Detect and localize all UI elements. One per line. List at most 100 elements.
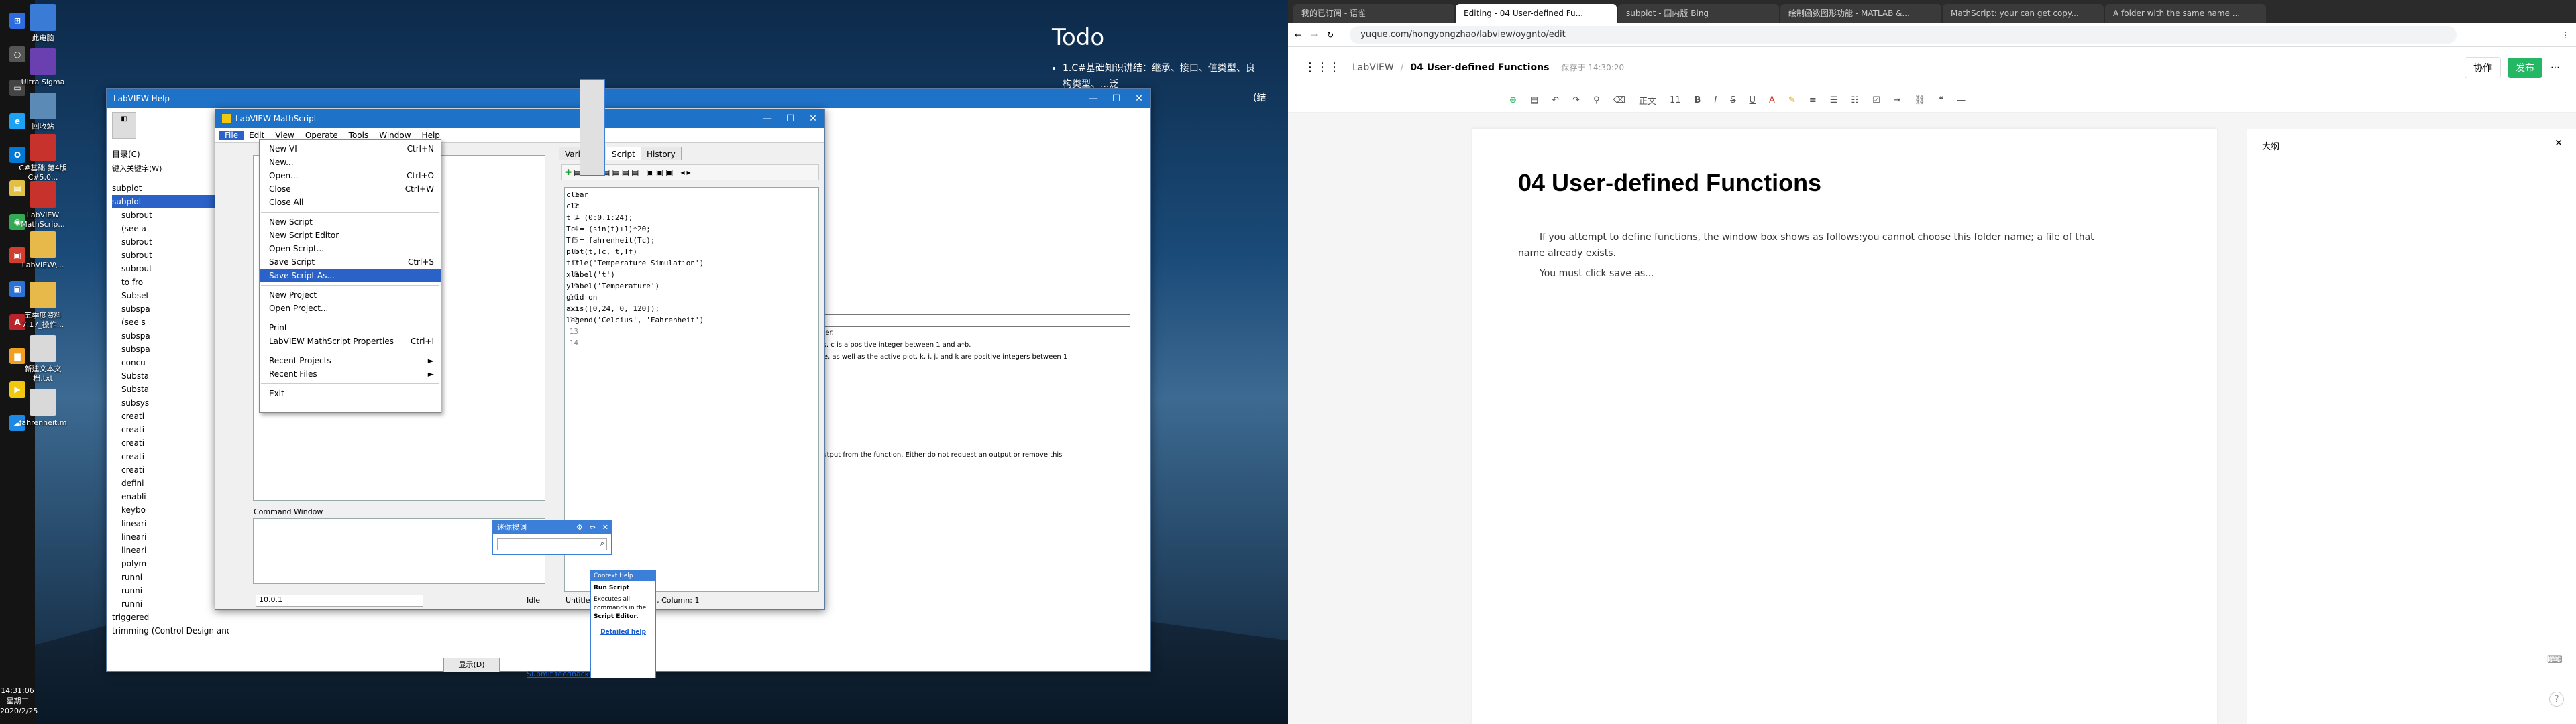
- collab-button[interactable]: 协作: [2465, 56, 2501, 78]
- indent-icon[interactable]: ⇥: [1894, 95, 1901, 105]
- format-brush-icon[interactable]: ⚲: [1593, 95, 1600, 105]
- document-paragraph[interactable]: You must click save as...: [1518, 265, 2095, 282]
- maximize-icon[interactable]: ☐: [779, 109, 802, 128]
- close-icon[interactable]: ✕: [2555, 138, 2563, 149]
- menu-item[interactable]: Save Script Ctrl+S: [260, 255, 441, 269]
- help-index-item[interactable]: lineari: [112, 517, 229, 530]
- url-input[interactable]: yuque.com/hongyongzhao/labview/oygnto/ed…: [1350, 25, 2457, 44]
- back-icon[interactable]: ◂: [681, 168, 685, 177]
- help-index-item[interactable]: creati: [112, 436, 229, 450]
- help-index-item[interactable]: subsys: [112, 396, 229, 410]
- mini-search-input[interactable]: ⌕: [497, 538, 607, 550]
- help-titlebar[interactable]: LabVIEW Help — ☐ ✕: [107, 89, 1150, 108]
- desktop-icon[interactable]: fahrenheit.m: [19, 389, 67, 428]
- browser-tab[interactable]: subplot - 国内版 Bing: [1618, 4, 1779, 23]
- save-icon[interactable]: ▤: [1530, 95, 1538, 105]
- help-index-item[interactable]: keybo: [112, 503, 229, 517]
- menu-item[interactable]: Print: [260, 321, 441, 335]
- italic-icon[interactable]: I: [1714, 95, 1717, 105]
- desktop-icon[interactable]: 此电脑: [19, 4, 67, 43]
- undo-icon[interactable]: ↶: [1552, 95, 1559, 105]
- menu-help[interactable]: Help: [417, 131, 445, 140]
- browser-tab[interactable]: 绘制函数图形功能 - MATLAB &...: [1780, 4, 1941, 23]
- help-index-item[interactable]: subplot: [112, 182, 229, 195]
- quote-icon[interactable]: ❝: [1939, 95, 1943, 105]
- menu-item[interactable]: Recent Projects ►: [260, 354, 441, 367]
- task-list-icon[interactable]: ☑: [1872, 95, 1880, 105]
- link-icon[interactable]: ⛓: [1915, 95, 1926, 105]
- minimize-icon[interactable]: —: [756, 109, 779, 128]
- menu-item[interactable]: New VI Ctrl+N: [260, 142, 441, 156]
- paste-icon[interactable]: ▤: [631, 168, 639, 177]
- back-icon[interactable]: ←: [1295, 30, 1301, 40]
- forward-icon[interactable]: ▸: [687, 168, 691, 177]
- help-index-item[interactable]: creati: [112, 450, 229, 463]
- menu-item[interactable]: New Project: [260, 288, 441, 302]
- menu-icon[interactable]: ⋮: [2561, 30, 2569, 40]
- help-icon[interactable]: ?: [2549, 692, 2564, 707]
- help-index-item[interactable]: subspa: [112, 329, 229, 343]
- desktop-icon[interactable]: Ultra Sigma: [19, 48, 67, 87]
- desktop-icon[interactable]: LabVIEW\...: [19, 231, 67, 270]
- help-index-item[interactable]: subspa: [112, 302, 229, 316]
- help-index-item[interactable]: enabli: [112, 490, 229, 503]
- menu-operate[interactable]: Operate: [300, 131, 343, 140]
- menu-window[interactable]: Window: [374, 131, 416, 140]
- desktop-icon[interactable]: C#基础 第4版 C#5.0...: [19, 134, 67, 182]
- context-help-title[interactable]: Context Help: [591, 570, 655, 581]
- tools-palette[interactable]: [580, 79, 605, 176]
- script-code[interactable]: clear clc t = (0:0.1:24); Tc = (sin(t)+1)*2…: [566, 189, 808, 349]
- menu-tools[interactable]: Tools: [343, 131, 374, 140]
- help-index-item[interactable]: subrout: [112, 208, 229, 222]
- publish-button[interactable]: 发布: [2508, 57, 2542, 78]
- font-color-icon[interactable]: A: [1769, 95, 1775, 105]
- hide-button[interactable]: ◧: [112, 112, 136, 139]
- close-icon[interactable]: ✕: [602, 521, 608, 534]
- taskbar-clock[interactable]: 14:31:06 星期二 2020/2/25: [0, 686, 38, 716]
- divider-icon[interactable]: —: [1957, 95, 1966, 105]
- forward-icon[interactable]: →: [1311, 30, 1318, 40]
- minimize-icon[interactable]: —: [1082, 89, 1105, 108]
- menu-edit[interactable]: Edit: [244, 131, 270, 140]
- help-index-item[interactable]: subplot: [112, 195, 229, 208]
- keyboard-icon[interactable]: ⌨: [2547, 653, 2563, 666]
- highlight-icon[interactable]: ✎: [1788, 95, 1796, 105]
- browser-tab[interactable]: Editing - 04 User-defined Fu...: [1456, 4, 1617, 23]
- help-index-item[interactable]: lineari: [112, 544, 229, 557]
- desktop-icon[interactable]: 回收站: [19, 93, 67, 131]
- menu-file[interactable]: File: [219, 130, 244, 140]
- close-icon[interactable]: ✕: [1128, 89, 1150, 108]
- help-index-item[interactable]: creati: [112, 463, 229, 477]
- ordered-list-icon[interactable]: ☷: [1851, 95, 1859, 105]
- browser-tab[interactable]: 我的已订阅 - 语雀: [1293, 4, 1454, 23]
- maximize-icon[interactable]: ☐: [1105, 89, 1128, 108]
- menu-item[interactable]: Open... Ctrl+O: [260, 169, 441, 182]
- desktop-icon[interactable]: 五季度资料 7.17_操作...: [19, 282, 67, 330]
- menu-item[interactable]: Recent Files ►: [260, 367, 441, 381]
- menu-item[interactable]: Exit: [260, 387, 441, 400]
- zoom-out-icon[interactable]: ▣: [665, 168, 673, 177]
- help-index-item[interactable]: subspa: [112, 343, 229, 356]
- zoom-icon[interactable]: ▣: [656, 168, 663, 177]
- tab-history[interactable]: History: [641, 147, 682, 160]
- menu-item[interactable]: LabVIEW MathScript Properties Ctrl+I: [260, 335, 441, 348]
- document-heading[interactable]: 04 User-defined Functions: [1518, 169, 1821, 197]
- help-index-item[interactable]: Substa: [112, 383, 229, 396]
- menu-item[interactable]: Open Script...: [260, 242, 441, 255]
- help-index-item[interactable]: subrout: [112, 235, 229, 249]
- help-index-item[interactable]: creati: [112, 410, 229, 423]
- help-index-item[interactable]: concu: [112, 356, 229, 369]
- pin-icon[interactable]: ⇔: [590, 521, 596, 534]
- mathscript-titlebar[interactable]: LabVIEW MathScript — ☐ ✕: [215, 109, 824, 128]
- apps-grid-icon[interactable]: ⋮⋮⋮: [1304, 60, 1340, 74]
- browser-tab[interactable]: A folder with the same name ...: [2105, 4, 2266, 23]
- menu-item[interactable]: Close All: [260, 196, 441, 209]
- browser-tab[interactable]: MathScript: your can get copy...: [1943, 4, 2104, 23]
- help-index-list[interactable]: subplot subplot subrout (see a subrout subrou…: [112, 182, 229, 638]
- help-index-item[interactable]: subrout: [112, 262, 229, 276]
- help-index-item[interactable]: trimming (Control Design and Simulation): [112, 624, 229, 638]
- run-script-icon[interactable]: ✚: [565, 168, 572, 177]
- more-icon[interactable]: ⋯: [2551, 62, 2560, 73]
- underline-icon[interactable]: U: [1750, 95, 1756, 105]
- help-index-item[interactable]: subrout: [112, 249, 229, 262]
